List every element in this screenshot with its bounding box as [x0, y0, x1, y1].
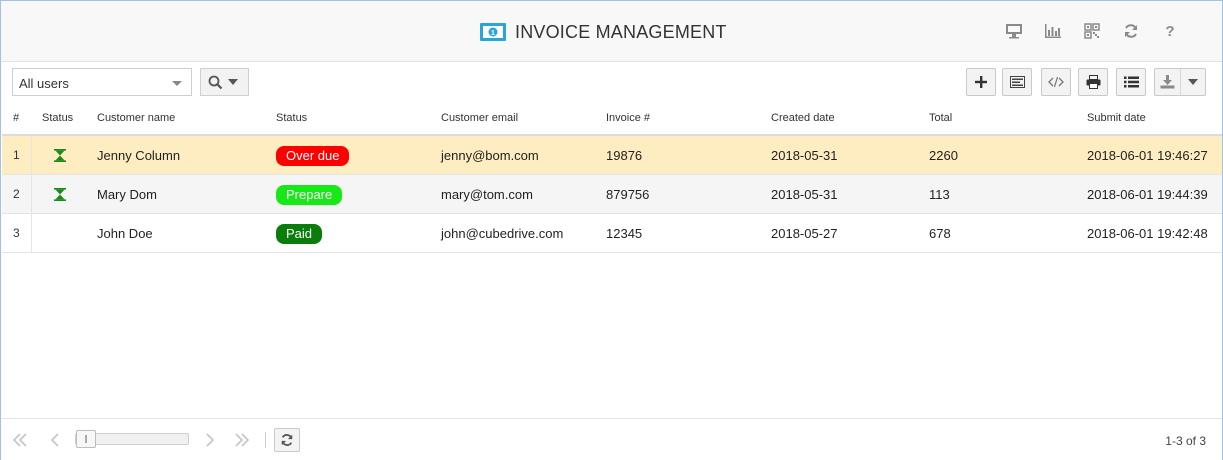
column-header-row-number[interactable]: #: [13, 112, 19, 124]
download-menu-toggle[interactable]: [1181, 69, 1205, 95]
double-chevron-right-icon: [235, 433, 250, 447]
invoice-number-cell: 19876: [606, 148, 643, 163]
add-button[interactable]: [966, 68, 996, 96]
code-icon: [1048, 76, 1064, 88]
prev-page-button[interactable]: [43, 428, 67, 452]
list-icon: [1123, 76, 1139, 88]
invoice-number-cell: 12345: [606, 226, 643, 241]
table-row[interactable]: 1 Jenny Column Over due jenny@bom.com 19…: [2, 136, 1222, 175]
customer-email-cell: mary@tom.com: [441, 187, 533, 202]
print-button[interactable]: [1078, 68, 1108, 96]
print-icon: [1086, 75, 1100, 89]
status-badge: Prepare: [276, 185, 343, 205]
row-number: 3: [2, 214, 32, 252]
code-button[interactable]: [1041, 68, 1071, 96]
download-button[interactable]: [1155, 69, 1181, 95]
row-number: 2: [2, 175, 32, 213]
next-page-button[interactable]: [198, 428, 222, 452]
column-header-customer-email[interactable]: Customer email: [441, 112, 518, 124]
separator: [265, 432, 266, 448]
money-bill-icon: 1: [480, 23, 506, 41]
created-date-cell: 2018-05-27: [771, 226, 838, 241]
submit-date-cell: 2018-06-01 19:44:39: [1087, 187, 1208, 202]
title-group: 1 INVOICE MANAGEMENT: [480, 20, 727, 44]
refresh-button[interactable]: [274, 428, 300, 452]
created-date-cell: 2018-05-31: [771, 148, 838, 163]
column-header-submit-date[interactable]: Submit date: [1087, 112, 1146, 124]
page-title: INVOICE MANAGEMENT: [515, 21, 727, 42]
customer-email-cell: john@cubedrive.com: [441, 226, 564, 241]
submit-date-cell: 2018-06-01 19:42:48: [1087, 226, 1208, 241]
created-date-cell: 2018-05-31: [771, 187, 838, 202]
total-cell: 2260: [929, 148, 958, 163]
form-button[interactable]: [1002, 68, 1032, 96]
status-badge: Paid: [276, 224, 323, 244]
first-page-button[interactable]: [8, 428, 32, 452]
user-filter-select[interactable]: All users: [12, 68, 192, 96]
qr-code-icon[interactable]: [1082, 21, 1102, 41]
double-chevron-left-icon: [12, 433, 27, 447]
invoice-grid: # Status Customer name Status Customer e…: [2, 101, 1222, 253]
total-cell: 678: [929, 226, 951, 241]
column-header-invoice-number[interactable]: Invoice #: [606, 112, 650, 124]
page-slider[interactable]: [75, 430, 189, 448]
desktop-icon[interactable]: [1004, 21, 1024, 41]
form-icon: [1009, 76, 1025, 88]
refresh-icon[interactable]: [1121, 21, 1141, 41]
download-icon: [1160, 75, 1175, 89]
chevron-down-icon: [172, 81, 182, 86]
customer-name-cell: Mary Dom: [97, 187, 157, 202]
chevron-down-icon: [228, 79, 238, 85]
table-row[interactable]: 3 John Doe Paid john@cubedrive.com 12345…: [2, 214, 1222, 253]
page-info: 1-3 of 3: [1165, 434, 1206, 448]
app-window: 1 INVOICE MANAGEMENT ? All users # Statu…: [0, 0, 1223, 460]
hourglass-icon: [54, 188, 66, 201]
chevron-right-icon: [206, 433, 215, 447]
paging-toolbar: 1-3 of 3: [1, 418, 1222, 460]
chevron-left-icon: [50, 433, 59, 447]
row-number: 1: [2, 136, 32, 174]
refresh-icon: [281, 434, 293, 446]
customer-name-cell: John Doe: [97, 226, 153, 241]
list-button[interactable]: [1116, 68, 1146, 96]
header-actions: ?: [985, 21, 1180, 41]
svg-text:1: 1: [491, 30, 495, 37]
status-badge: Over due: [276, 146, 350, 166]
table-row[interactable]: 2 Mary Dom Prepare mary@tom.com 879756 2…: [2, 175, 1222, 214]
column-header-status-icon[interactable]: Status: [42, 112, 73, 124]
customer-name-cell: Jenny Column: [97, 148, 181, 163]
last-page-button[interactable]: [230, 428, 254, 452]
help-icon[interactable]: ?: [1160, 21, 1180, 41]
toolbar: All users: [1, 63, 1222, 101]
user-filter-value: All users: [19, 76, 69, 91]
column-header-status[interactable]: Status: [276, 112, 307, 124]
column-header-total[interactable]: Total: [929, 112, 952, 124]
bar-chart-icon[interactable]: [1043, 21, 1063, 41]
total-cell: 113: [929, 187, 950, 202]
add-icon: [975, 76, 987, 88]
app-header: 1 INVOICE MANAGEMENT ?: [1, 1, 1222, 62]
customer-email-cell: jenny@bom.com: [441, 148, 539, 163]
chevron-down-icon: [1188, 79, 1198, 85]
column-header-customer-name[interactable]: Customer name: [97, 112, 175, 124]
download-split-button[interactable]: [1154, 68, 1206, 96]
search-icon: [208, 75, 223, 89]
invoice-number-cell: 879756: [606, 187, 650, 202]
submit-date-cell: 2018-06-01 19:46:27: [1087, 148, 1208, 163]
column-header-created-date[interactable]: Created date: [771, 112, 835, 124]
slider-thumb[interactable]: [76, 430, 96, 448]
grid-header: # Status Customer name Status Customer e…: [2, 101, 1222, 136]
hourglass-icon: [54, 149, 66, 162]
search-button[interactable]: [200, 68, 249, 96]
